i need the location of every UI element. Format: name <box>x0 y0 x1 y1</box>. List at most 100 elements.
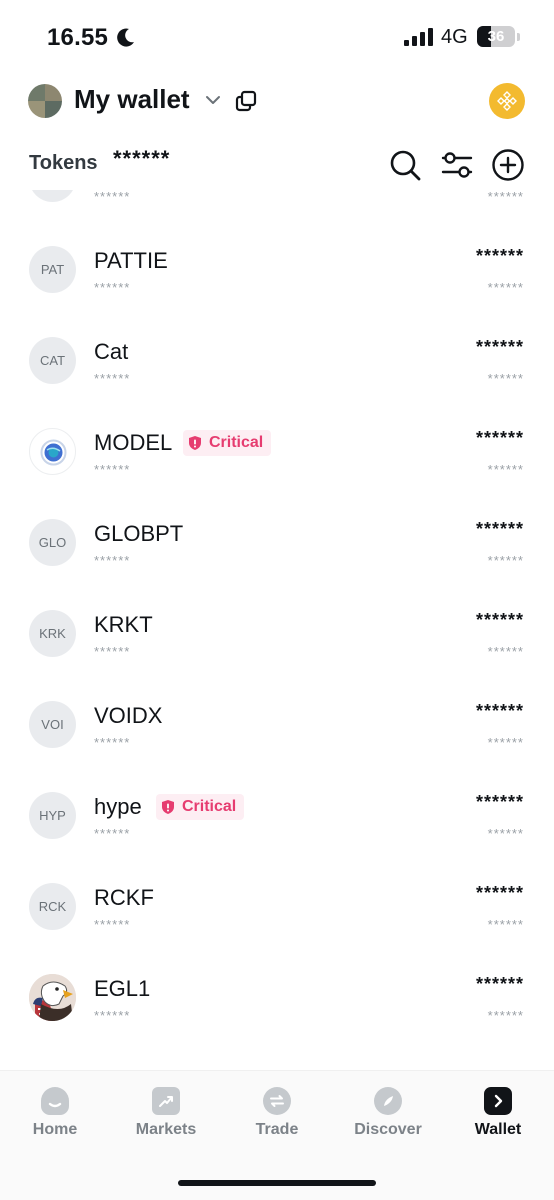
token-sub-value: ****** <box>94 190 131 204</box>
token-balance: ****** <box>475 883 524 903</box>
token-row[interactable]: GLO GLOBPT ****** ****** ****** <box>0 507 554 598</box>
discover-icon <box>374 1087 402 1115</box>
token-balance: ****** <box>475 974 524 994</box>
token-fiat-value: ****** <box>487 462 524 477</box>
token-sub-value: ****** <box>94 371 131 386</box>
token-balance: ****** <box>475 428 524 448</box>
token-row[interactable]: MODEL Critical ****** ****** ****** <box>0 416 554 507</box>
shield-alert-icon <box>189 436 201 450</box>
critical-badge: Critical <box>183 430 272 456</box>
tokens-label: Tokens <box>29 152 98 174</box>
nav-label: Markets <box>135 1121 197 1138</box>
wallet-name[interactable]: My wallet <box>74 84 190 115</box>
token-row[interactable]: CAT Cat ****** ****** ****** <box>0 325 554 416</box>
tokens-total-hidden[interactable]: ****** <box>113 146 170 172</box>
critical-label: Critical <box>209 434 264 451</box>
token-name: PATTIE <box>94 248 168 273</box>
wallet-icon <box>484 1087 512 1115</box>
token-fiat-value: ****** <box>487 280 524 295</box>
tokens-toolbar: Tokens ****** <box>0 140 554 190</box>
filter-icon[interactable] <box>440 148 474 182</box>
add-token-icon[interactable] <box>491 148 525 182</box>
critical-label: Critical <box>182 798 237 815</box>
token-fiat-value: ****** <box>487 826 524 841</box>
critical-badge: Critical <box>156 794 245 820</box>
token-balance: ****** <box>475 701 524 721</box>
token-name: hype <box>94 794 142 819</box>
battery-tip <box>517 33 520 41</box>
eagle-token-icon <box>29 974 76 1021</box>
token-row[interactable]: RCK RCKF ****** ****** ****** <box>0 871 554 962</box>
markets-icon <box>152 1087 180 1115</box>
search-icon[interactable] <box>388 148 422 182</box>
token-icon: VOI <box>29 701 76 748</box>
token-row[interactable]: PAT PATTIE ****** ****** ****** <box>0 234 554 325</box>
token-sub-value: ****** <box>94 644 131 659</box>
home-indicator[interactable] <box>178 1180 376 1186</box>
token-row[interactable]: EGL1 ****** ****** ****** <box>0 962 554 1053</box>
token-row[interactable]: ****** ****** <box>0 190 554 234</box>
token-icon: HYP <box>29 792 76 839</box>
token-row[interactable]: KRK KRKT ****** ****** ****** <box>0 598 554 689</box>
token-sub-value: ****** <box>94 735 131 750</box>
token-name: MODEL <box>94 430 173 455</box>
wallet-header: My wallet <box>0 76 554 126</box>
token-sub-value: ****** <box>94 553 131 568</box>
token-name: Cat <box>94 339 129 364</box>
token-name: KRKT <box>94 612 153 637</box>
nav-markets[interactable]: Markets <box>116 1087 216 1147</box>
home-icon <box>41 1087 69 1115</box>
chevron-down-icon[interactable] <box>204 93 222 107</box>
token-sub-value: ****** <box>94 917 131 932</box>
token-sub-value: ****** <box>94 1008 131 1023</box>
status-time: 16.55 <box>47 24 109 51</box>
token-fiat-value: ****** <box>487 371 524 386</box>
nav-label: Discover <box>354 1121 422 1138</box>
token-balance: ****** <box>475 246 524 266</box>
moon-icon <box>117 28 134 47</box>
token-balance: ****** <box>475 610 524 630</box>
status-bar: 16.55 4G 36 <box>0 0 554 72</box>
exchange-icon[interactable] <box>489 83 525 119</box>
nav-label: Wallet <box>474 1121 522 1138</box>
nav-trade[interactable]: Trade <box>227 1087 327 1147</box>
nav-label: Home <box>32 1121 78 1138</box>
token-icon: RCK <box>29 883 76 930</box>
nav-label: Trade <box>255 1121 299 1138</box>
nav-home[interactable]: Home <box>5 1087 105 1147</box>
token-row[interactable]: HYP hype Critical ****** ****** ****** <box>0 780 554 871</box>
token-sub-value: ****** <box>94 462 131 477</box>
battery-level: 36 <box>487 28 505 45</box>
token-balance: ****** <box>475 337 524 357</box>
token-balance: ****** <box>475 792 524 812</box>
globe-token-icon <box>29 428 76 475</box>
token-name: VOIDX <box>94 703 163 728</box>
token-icon: KRK <box>29 610 76 657</box>
token-icon: CAT <box>29 337 76 384</box>
nav-discover[interactable]: Discover <box>338 1087 438 1147</box>
token-row[interactable]: VOI VOIDX ****** ****** ****** <box>0 689 554 780</box>
token-list: ****** ****** PAT PATTIE ****** ****** *… <box>0 190 554 1068</box>
token-fiat-value: ****** <box>487 917 524 932</box>
token-icon: GLO <box>29 519 76 566</box>
token-sub-value: ****** <box>94 280 131 295</box>
avatar[interactable] <box>28 84 62 118</box>
copy-icon[interactable] <box>234 89 258 113</box>
token-name: EGL1 <box>94 976 151 1001</box>
token-sub-value: ****** <box>94 826 131 841</box>
token-fiat-value: ****** <box>487 553 524 568</box>
token-balance: ****** <box>475 519 524 539</box>
token-fiat-value: ****** <box>487 1008 524 1023</box>
trade-icon <box>263 1087 291 1115</box>
token-icon <box>29 190 76 202</box>
exchange-logo-icon <box>497 91 517 111</box>
token-name: GLOBPT <box>94 521 184 546</box>
network-label: 4G <box>441 26 468 48</box>
token-fiat-value: ****** <box>487 644 524 659</box>
token-fiat-value: ****** <box>487 190 524 204</box>
token-icon: PAT <box>29 246 76 293</box>
battery-indicator: 36 <box>477 26 515 47</box>
nav-wallet[interactable]: Wallet <box>448 1087 548 1147</box>
shield-alert-icon <box>162 800 174 814</box>
signal-icon <box>404 28 433 46</box>
